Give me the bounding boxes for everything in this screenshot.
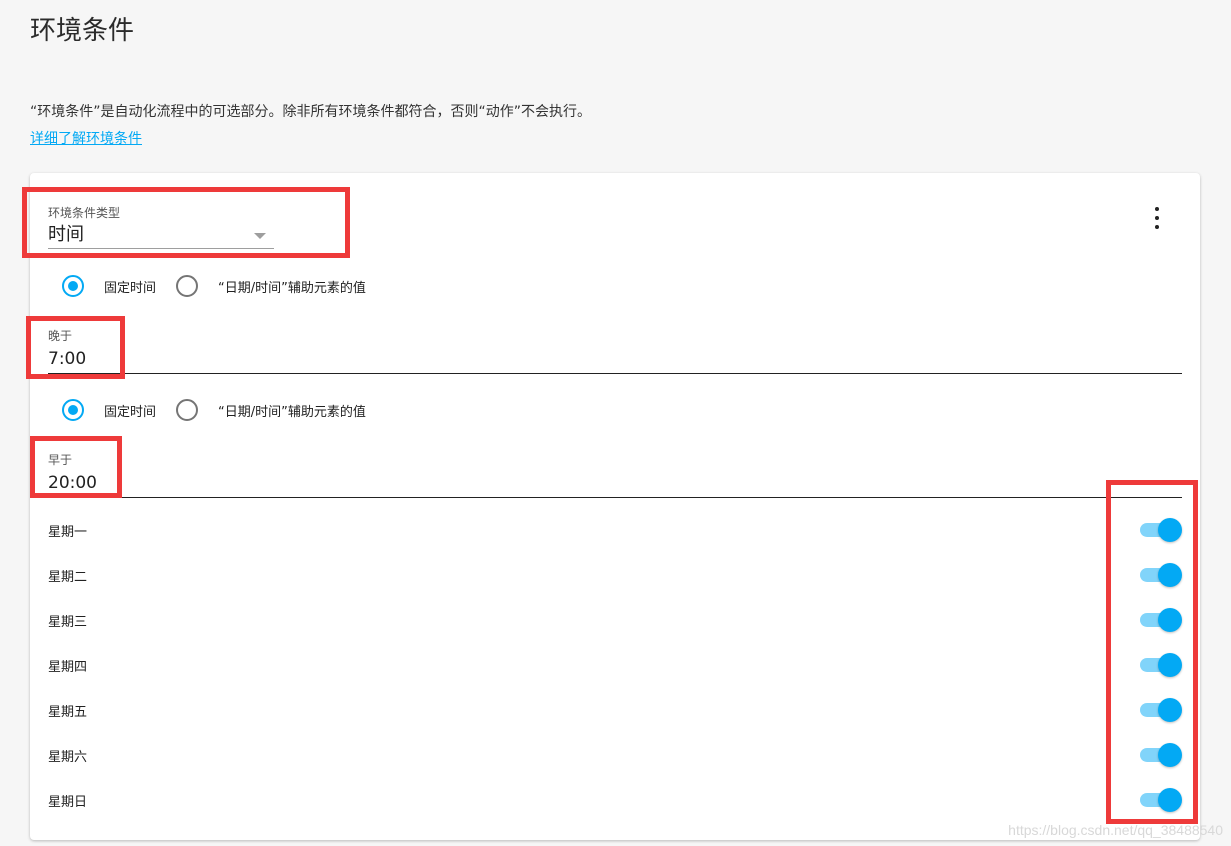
before-source-radio-group: 固定时间 “日期/时间”辅助元素的值 [62,399,386,421]
watermark: https://blog.csdn.net/qq_38488540 [1008,822,1223,838]
weekday-toggle[interactable] [1140,698,1182,722]
weekday-row: 星期日 [48,785,1182,815]
weekday-toggle[interactable] [1140,653,1182,677]
learn-more-link[interactable]: 详细了解环境条件 [30,128,142,148]
after-source-radio-group: 固定时间 “日期/时间”辅助元素的值 [62,275,386,297]
weekday-label: 星期日 [48,794,88,810]
condition-card: 环境条件类型 时间 固定时间 “日期/时间”辅助元素的值 晚于 7:00 固定时… [30,173,1200,840]
weekday-row: 星期六 [48,740,1182,770]
after-fixed-time-label: 固定时间 [104,280,157,296]
weekday-toggle[interactable] [1140,518,1182,542]
more-vert-icon[interactable] [1152,207,1162,229]
weekday-toggle[interactable] [1140,743,1182,767]
after-time-value[interactable]: 7:00 [48,347,1182,371]
before-fixed-time-radio[interactable] [62,399,84,421]
after-helper-label: “日期/时间”辅助元素的值 [218,280,366,296]
after-fixed-time-radio[interactable] [62,275,84,297]
weekday-label: 星期二 [48,569,88,585]
before-time-field[interactable]: 早于 20:00 [48,451,1182,498]
before-helper-label: “日期/时间”辅助元素的值 [218,404,366,420]
weekday-toggle[interactable] [1140,788,1182,812]
weekday-label: 星期六 [48,749,88,765]
condition-type-value: 时间 [48,224,84,245]
weekday-label: 星期一 [48,524,88,540]
weekday-row: 星期二 [48,560,1182,590]
condition-type-select[interactable]: 环境条件类型 时间 [48,204,274,249]
chevron-down-icon[interactable] [254,233,266,239]
weekday-row: 星期五 [48,695,1182,725]
after-time-label: 晚于 [48,329,73,343]
before-helper-radio[interactable] [176,399,199,421]
page-title: 环境条件 [30,16,135,46]
after-helper-radio[interactable] [176,275,199,297]
condition-type-dropdown[interactable]: 时间 [48,223,274,249]
weekday-row: 星期一 [48,515,1182,545]
weekday-row: 星期三 [48,605,1182,635]
weekday-toggle[interactable] [1140,608,1182,632]
weekday-row: 星期四 [48,650,1182,680]
weekday-toggle[interactable] [1140,563,1182,587]
after-time-field[interactable]: 晚于 7:00 [48,327,1182,374]
before-time-label: 早于 [48,453,73,467]
weekday-label: 星期五 [48,704,88,720]
condition-type-label: 环境条件类型 [48,206,121,220]
weekday-label: 星期三 [48,614,88,630]
page-description: “环境条件”是自动化流程中的可选部分。除非所有环境条件都符合，否则“动作”不会执… [30,104,592,120]
before-time-value[interactable]: 20:00 [48,471,1182,495]
weekday-label: 星期四 [48,659,88,675]
before-fixed-time-label: 固定时间 [104,404,157,420]
